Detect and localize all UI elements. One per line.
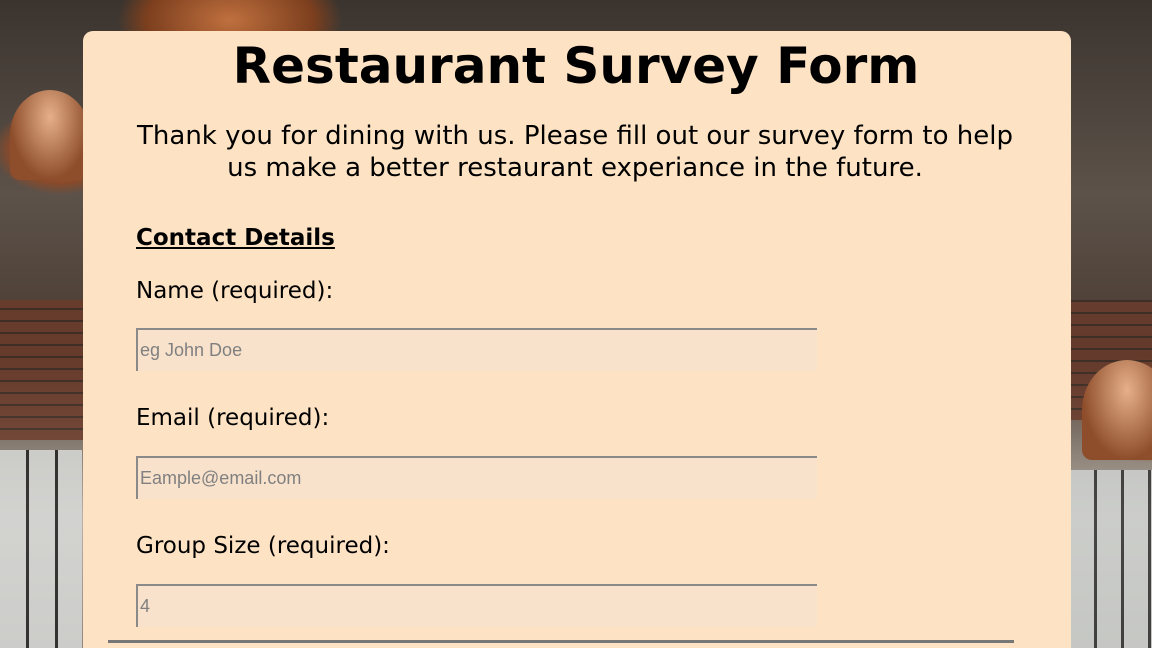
group-size-label: Group Size (required): bbox=[136, 533, 390, 559]
name-label: Name (required): bbox=[136, 278, 334, 304]
section-divider bbox=[108, 640, 1014, 643]
background-window-left bbox=[0, 450, 82, 648]
intro-text: Thank you for dining with us. Please fil… bbox=[137, 121, 1013, 183]
page-title: Restaurant Survey Form bbox=[232, 37, 920, 95]
email-label: Email (required): bbox=[136, 405, 330, 431]
background-lamp-left bbox=[10, 90, 90, 180]
background-window-right bbox=[1070, 470, 1152, 648]
email-input[interactable] bbox=[136, 456, 817, 499]
group-size-input[interactable] bbox=[136, 584, 817, 627]
contact-details-heading: Contact Details bbox=[136, 225, 335, 251]
name-input[interactable] bbox=[136, 328, 817, 371]
background-brick-left bbox=[0, 300, 85, 440]
